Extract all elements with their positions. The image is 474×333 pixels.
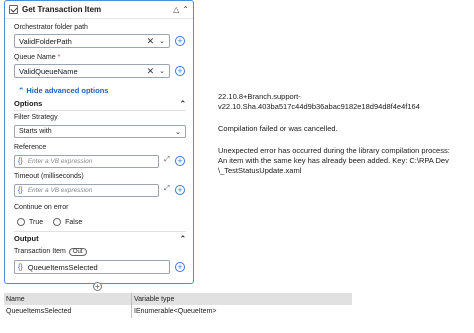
chevron-down-icon[interactable]: ⌄ (159, 37, 165, 45)
add-reference-plus-icon[interactable]: + (175, 156, 185, 166)
version-text-line2: v22.10.Sha.403ba517c44d9b36abac9182e18d9… (218, 102, 420, 111)
false-radio-label: False (65, 218, 83, 226)
timeout-label: Timeout (milliseconds) (14, 173, 84, 180)
false-radio[interactable] (53, 218, 62, 226)
add-timeout-plus-icon[interactable]: + (175, 185, 185, 195)
out-badge: Out (68, 248, 87, 256)
activity-title: Get Transaction Item (22, 5, 102, 14)
braces-icon: {} (18, 158, 23, 165)
output-section-header[interactable]: Output ⌃ (14, 234, 186, 243)
hide-advanced-options-link[interactable]: ⌃ Hide advanced options (18, 86, 108, 95)
get-transaction-item-activity[interactable]: Get Transaction Item △ ⌃ Orchestrator fo… (4, 0, 194, 284)
true-radio[interactable] (17, 218, 25, 226)
reference-input[interactable]: {} Enter a VB expression (14, 155, 159, 168)
add-activity-icon[interactable]: + (93, 282, 102, 291)
add-folder-path-plus-icon[interactable]: + (175, 36, 185, 46)
reference-label: Reference (14, 144, 47, 151)
chevron-down-icon: ⌄ (175, 128, 181, 136)
error-message-line3: \_TestStatusUpdate.xaml (218, 166, 302, 175)
error-message-line1: Unexpected error has occurred during the… (218, 146, 450, 155)
filter-strategy-select[interactable]: Starts with ⌄ (14, 125, 186, 138)
add-transaction-item-plus-icon[interactable]: + (175, 262, 185, 272)
activity-checkbox-icon[interactable] (9, 5, 18, 14)
chevron-down-icon[interactable]: ⌄ (159, 67, 165, 75)
compilation-status: Compilation failed or was cancelled. (218, 124, 338, 133)
transaction-item-field[interactable]: {} QueueItemsSelected (14, 260, 170, 274)
expand-editor-icon[interactable]: ⤢ (162, 185, 172, 196)
timeout-input[interactable]: {} Enter a VB expression (14, 184, 159, 197)
table-row[interactable]: QueueItemsSelected IEnumerable<QueueItem… (4, 305, 352, 318)
error-message-line2: An item with the same key has already be… (218, 156, 449, 165)
warning-icon: △ (173, 5, 180, 14)
orchestrator-folder-path-value: ValidFolderPath (19, 36, 72, 46)
filter-strategy-label: Filter Strategy (14, 114, 58, 121)
variables-panel: Name Variable type QueueItemsSelected IE… (4, 293, 352, 318)
add-queue-name-plus-icon[interactable]: + (175, 66, 185, 76)
divider (14, 110, 186, 111)
braces-icon: {} (18, 263, 23, 271)
clear-icon[interactable]: ✕ (147, 36, 155, 47)
activity-header: Get Transaction Item △ ⌃ (5, 1, 193, 19)
collapse-icon: ⌃ (179, 234, 186, 243)
braces-icon: {} (18, 187, 23, 194)
clear-icon[interactable]: ✕ (147, 66, 155, 77)
divider (14, 231, 186, 232)
continue-on-error-label: Continue on error (14, 204, 69, 211)
options-section-header[interactable]: Options ⌃ (14, 99, 186, 108)
expand-editor-icon[interactable]: ⤢ (162, 156, 172, 167)
variables-header: Name Variable type (4, 293, 352, 305)
true-radio-label: True (29, 218, 44, 226)
queue-name-field[interactable]: ValidQueueName ✕ ⌄ (14, 64, 170, 78)
transaction-item-label: Transaction Item Out (14, 248, 87, 256)
collapse-icon: ⌃ (179, 99, 186, 108)
orchestrator-folder-path-label: Orchestrator folder path (14, 24, 88, 31)
orchestrator-folder-path-field[interactable]: ValidFolderPath ✕ ⌄ (14, 34, 170, 48)
version-text-line1: 22.10.8+Branch.support- (218, 92, 301, 101)
queue-name-value: ValidQueueName (19, 66, 78, 76)
collapse-icon[interactable]: ⌃ (182, 5, 189, 14)
queue-name-label: Queue Name * (14, 54, 61, 61)
